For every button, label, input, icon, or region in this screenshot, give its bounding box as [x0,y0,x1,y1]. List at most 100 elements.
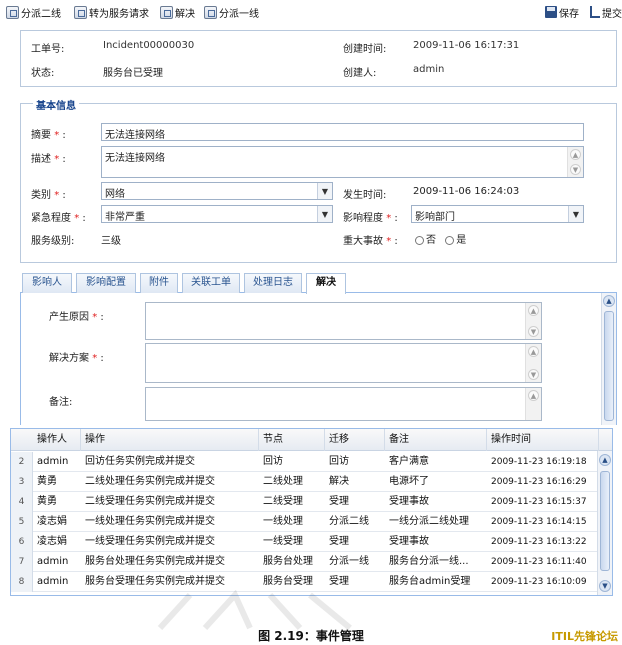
cell-remark: 电源坏了 [389,476,429,487]
cell-node: 二线处理 [263,476,303,487]
cell-remark: 一线分派二线处理 [389,516,469,527]
table-row[interactable]: 6 凌志娟 一线受理任务实例完成并提交 一线受理 受理 受理事故 2009-11… [11,532,612,552]
ticket-number-label: 工单号: [31,44,65,55]
remark-scrollbar[interactable]: ▲ [525,388,541,420]
cell-action: 二线受理任务实例完成并提交 [85,496,215,507]
category-select[interactable]: 网络 ▼ [101,182,333,200]
table-row[interactable]: 8 admin 服务台受理任务实例完成并提交 服务台受理 受理 服务台admin… [11,572,612,592]
resolve-panel: 产生原因 * : ▲ ▼ 解决方案 * : ▲ ▼ 备注: ▲ ▲ [20,293,617,425]
creator-label: 创建人: [343,68,377,79]
table-row[interactable]: 2 admin 回访任务实例完成并提交 回访 回访 客户满意 2009-11-2… [11,452,612,472]
dispatch-first-label: 分派一线 [219,8,259,20]
remark-label: 备注: [49,397,73,408]
scroll-up-icon[interactable]: ▲ [528,390,539,401]
tab-bar: 影响人 影响配置 附件 关联工单 处理日志 解决 [20,271,617,294]
major-no-radio[interactable] [415,235,424,245]
submit-label: 提交 [602,8,622,20]
cell-remark: 服务台分派一线... [389,556,469,567]
figure-caption: 图 2.19：事件管理 [258,629,364,643]
solution-textarea[interactable]: ▲ ▼ [145,343,542,383]
summary-input[interactable]: 无法连接网络 [101,123,584,141]
table-row[interactable]: 4 黄勇 二线受理任务实例完成并提交 二线受理 受理 受理事故 2009-11-… [11,492,612,512]
column-header-remark[interactable]: 备注 [385,429,487,451]
tab-attachments[interactable]: 附件 [140,273,178,293]
watermark-graphic [157,590,352,630]
column-header-operator[interactable]: 操作人 [33,429,81,451]
tab-affected-config[interactable]: 影响配置 [76,273,136,293]
impact-select[interactable]: 影响部门 ▼ [411,205,584,223]
column-header-node[interactable]: 节点 [259,429,325,451]
solution-scrollbar[interactable]: ▲ ▼ [525,344,541,382]
dispatch-second-label: 分派二线 [21,8,61,20]
cause-scrollbar[interactable]: ▲ ▼ [525,303,541,339]
column-header-time[interactable]: 操作时间 [487,429,599,451]
panel-scrollbar[interactable]: ▲ [601,293,616,425]
scroll-down-icon[interactable]: ▼ [570,164,581,175]
cell-time: 2009-11-23 16:15:37 [491,497,587,507]
scroll-up-icon[interactable]: ▲ [528,305,539,316]
cell-transition: 分派一线 [329,556,369,567]
cell-transition: 受理 [329,576,349,587]
cell-time: 2009-11-23 16:11:40 [491,557,587,567]
scroll-down-icon[interactable]: ▼ [528,369,539,380]
occur-time-label: 发生时间: [343,190,387,201]
ticket-number-value: Incident00000030 [103,40,195,51]
cell-transition: 回访 [329,456,349,467]
table-row[interactable]: 7 admin 服务台处理任务实例完成并提交 服务台处理 分派一线 服务台分派一… [11,552,612,572]
row-number: 7 [11,552,33,572]
cell-action: 二线处理任务实例完成并提交 [85,476,215,487]
scroll-up-icon[interactable]: ▲ [599,454,611,466]
resolve-label: 解决 [175,8,195,20]
cell-transition: 受理 [329,496,349,507]
scroll-thumb[interactable] [600,471,610,571]
process-log-grid: 操作人 操作 节点 迁移 备注 操作时间 2 admin 回访任务实例完成并提交… [10,428,613,596]
submit-button[interactable]: 提交 [590,4,622,20]
scroll-up-icon[interactable]: ▲ [603,295,615,307]
major-yes-label: 是 [456,235,467,246]
sla-label: 服务级别: [31,236,75,247]
urgency-label: 紧急程度 * : [31,213,86,224]
resolve-icon [160,5,173,19]
tab-affected-users[interactable]: 影响人 [22,273,72,293]
scroll-down-icon[interactable]: ▼ [599,580,611,592]
chevron-down-icon[interactable]: ▼ [317,206,332,222]
tab-related-tickets[interactable]: 关联工单 [182,273,240,293]
scroll-down-icon[interactable]: ▼ [528,326,539,337]
tab-resolve[interactable]: 解决 [306,273,346,294]
cell-operator: admin [37,456,69,467]
ticket-header-panel: 工单号: Incident00000030 创建时间: 2009-11-06 1… [20,30,617,87]
category-label: 类别 * : [31,190,66,201]
row-number: 6 [11,532,33,552]
scroll-thumb[interactable] [604,311,614,421]
chevron-down-icon[interactable]: ▼ [568,206,583,222]
cell-action: 服务台受理任务实例完成并提交 [85,576,225,587]
grid-scrollbar[interactable]: ▲ ▼ [597,451,612,595]
table-row[interactable]: 5 凌志娟 一线处理任务实例完成并提交 一线处理 分派二线 一线分派二线处理 2… [11,512,612,532]
scroll-up-icon[interactable]: ▲ [528,346,539,357]
scroll-up-icon[interactable]: ▲ [570,149,581,160]
cell-action: 回访任务实例完成并提交 [85,456,195,467]
resolve-button[interactable]: 解决 [160,4,195,20]
summary-label: 摘要 * : [31,130,66,141]
submit-icon [590,6,600,18]
description-scrollbar[interactable]: ▲ ▼ [567,147,583,177]
remark-textarea[interactable]: ▲ [145,387,542,421]
cell-remark: 服务台admin受理 [389,576,471,587]
dispatch-first-button[interactable]: 分派一线 [204,4,259,20]
cell-action: 一线处理任务实例完成并提交 [85,516,215,527]
save-button[interactable]: 保存 [545,4,579,20]
tab-process-log[interactable]: 处理日志 [244,273,302,293]
urgency-select[interactable]: 非常严重 ▼ [101,205,333,223]
sla-value: 三级 [101,236,121,247]
convert-service-button[interactable]: 转为服务请求 [74,4,149,20]
dispatch-second-button[interactable]: 分派二线 [6,4,61,20]
chevron-down-icon[interactable]: ▼ [317,183,332,199]
cause-textarea[interactable]: ▲ ▼ [145,302,542,340]
cell-time: 2009-11-23 16:10:09 [491,577,587,587]
table-row[interactable]: 3 黄勇 二线处理任务实例完成并提交 二线处理 解决 电源坏了 2009-11-… [11,472,612,492]
column-header-transition[interactable]: 迁移 [325,429,385,451]
occur-time-value: 2009-11-06 16:24:03 [413,186,520,197]
description-textarea[interactable]: 无法连接网络 ▲ ▼ [101,146,584,178]
column-header-action[interactable]: 操作 [81,429,259,451]
major-yes-radio[interactable] [445,235,455,245]
